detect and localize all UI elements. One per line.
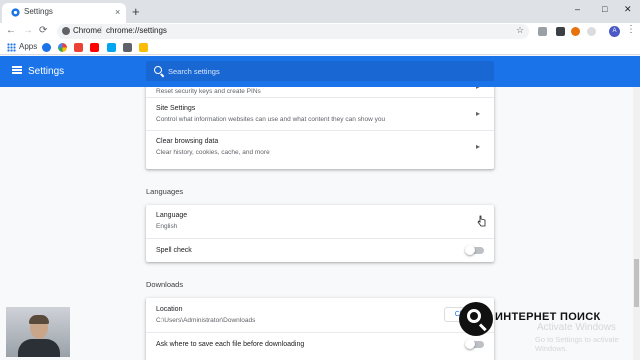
language-value: English <box>156 223 178 230</box>
maximize-button[interactable]: □ <box>602 3 607 15</box>
arrow-right-icon: ▸ <box>476 142 481 151</box>
ask-where-toggle[interactable] <box>465 339 484 349</box>
bookmark-icon-5[interactable] <box>107 43 116 52</box>
activate-windows-sub: Go to Settings to activate Windows. <box>535 335 619 353</box>
bookmark-icon-7[interactable] <box>139 43 148 52</box>
settings-search[interactable] <box>146 61 494 81</box>
apps-link[interactable]: Apps <box>19 42 37 51</box>
security-keys-sub: Reset security keys and create PINs <box>156 88 261 95</box>
back-button[interactable]: ← <box>6 24 16 38</box>
activate-windows-title: Activate Windows <box>537 322 616 333</box>
bookmark-youtube-icon[interactable] <box>90 43 99 52</box>
address-separator: | <box>100 25 103 34</box>
gear-icon <box>11 8 20 17</box>
scrollbar-thumb[interactable] <box>634 259 639 307</box>
arrow-right-icon: ▸ <box>476 109 481 118</box>
toolbar: ← → ⟳ Chrome | chrome://settings ☆ A ⋮ <box>0 23 640 40</box>
ask-where-title: Ask where to save each file before downl… <box>156 341 305 348</box>
magnifier-icon <box>467 309 481 323</box>
address-bar[interactable]: Chrome | chrome://settings ☆ <box>57 24 529 39</box>
site-settings-row[interactable]: Site Settings Control what information w… <box>146 97 494 130</box>
tab-strip: Settings × + – □ ✕ <box>0 0 640 23</box>
webcam-overlay <box>6 307 70 357</box>
downloads-section-title: Downloads <box>146 280 184 289</box>
tab-title: Settings <box>24 7 53 16</box>
extension-icon-2[interactable] <box>556 27 565 36</box>
minimize-button[interactable]: – <box>575 3 580 15</box>
extension-icon-1[interactable] <box>538 27 547 36</box>
site-settings-title: Site Settings <box>156 105 196 112</box>
clear-browsing-title: Clear browsing data <box>156 138 219 145</box>
languages-card: Language English Spell check <box>146 205 494 262</box>
search-input[interactable] <box>168 64 468 78</box>
address-url[interactable]: chrome://settings <box>106 26 167 35</box>
location-row: Location C:\Users\Administrator\Download… <box>146 298 494 332</box>
search-icon <box>154 66 162 74</box>
spell-check-row[interactable]: Spell check <box>146 238 494 262</box>
languages-section-title: Languages <box>146 187 184 196</box>
bookmark-settings-icon[interactable] <box>42 43 51 52</box>
clear-browsing-row[interactable]: Clear browsing data Clear history, cooki… <box>146 130 494 163</box>
tab-close-icon[interactable]: × <box>115 6 120 18</box>
language-title: Language <box>156 212 188 219</box>
person-hair <box>29 315 49 324</box>
location-value: C:\Users\Administrator\Downloads <box>156 317 256 324</box>
reload-button[interactable]: ⟳ <box>39 24 47 38</box>
close-window-button[interactable]: ✕ <box>624 3 632 15</box>
spell-check-title: Spell check <box>156 247 192 254</box>
more-menu-icon[interactable]: ⋮ <box>626 24 636 35</box>
bookmark-icon-6[interactable] <box>123 43 132 52</box>
bookmark-google-icon[interactable] <box>58 43 67 52</box>
forward-button[interactable]: → <box>23 24 33 38</box>
apps-grid-icon[interactable] <box>7 43 16 52</box>
settings-header: Settings <box>0 56 640 87</box>
language-row[interactable]: Language English <box>146 205 494 238</box>
arrow-right-icon: ▸ <box>476 87 480 91</box>
chrome-icon <box>62 27 70 35</box>
spell-check-toggle[interactable] <box>465 245 484 255</box>
location-title: Location <box>156 306 183 313</box>
bookmarks-bar: Apps <box>0 40 640 55</box>
extension-icon-4[interactable] <box>587 27 596 36</box>
scrollbar[interactable] <box>633 87 640 360</box>
privacy-card: Reset security keys and create PINs ▸ Si… <box>146 87 494 169</box>
bookmark-gmail-icon[interactable] <box>74 43 83 52</box>
bookmark-star-icon[interactable]: ☆ <box>516 25 524 36</box>
security-keys-row[interactable]: Reset security keys and create PINs ▸ <box>146 87 494 97</box>
address-host: Chrome <box>73 26 102 35</box>
site-settings-sub: Control what information websites can us… <box>156 116 386 123</box>
clear-browsing-sub: Clear history, cookies, cache, and more <box>156 149 270 156</box>
page-title: Settings <box>28 66 65 77</box>
person-body <box>18 339 60 357</box>
new-tab-button[interactable]: + <box>132 5 140 18</box>
hamburger-menu-icon[interactable] <box>12 66 22 74</box>
hand-cursor-icon <box>477 215 486 227</box>
profile-avatar[interactable]: A <box>609 26 620 37</box>
tab-settings[interactable]: Settings × <box>2 3 126 23</box>
brand-text: ИНТЕРНЕТ ПОИСК <box>495 311 601 323</box>
ask-where-row[interactable]: Ask where to save each file before downl… <box>146 332 494 356</box>
browser-window: Settings × + – □ ✕ ← → ⟳ Chrome | chrome… <box>0 0 640 360</box>
downloads-card: Location C:\Users\Administrator\Download… <box>146 298 494 360</box>
brand-logo <box>459 302 493 336</box>
extension-icon-3[interactable] <box>571 27 580 36</box>
